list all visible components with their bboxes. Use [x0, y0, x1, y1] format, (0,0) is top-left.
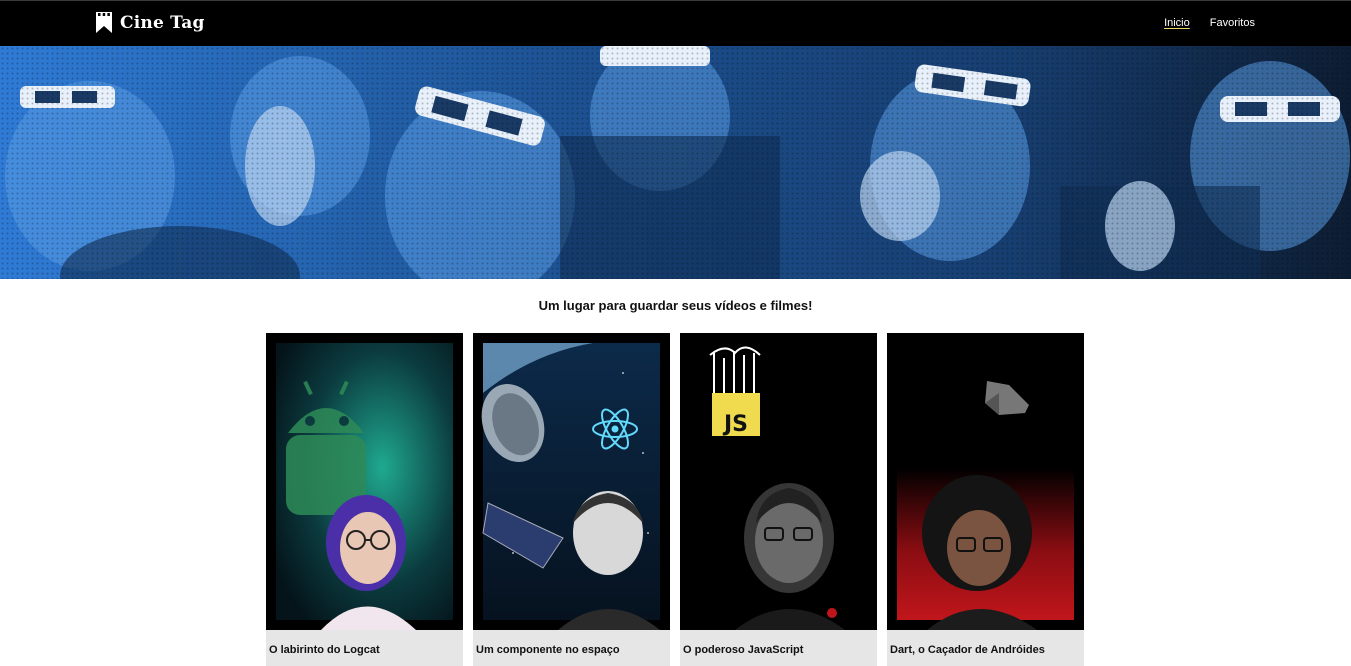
video-card[interactable]: Dart, o Caçador de Andróides	[887, 333, 1084, 666]
javascript-thumbnail: JS	[680, 333, 877, 630]
video-card[interactable]: O labirinto do Logcat	[266, 333, 463, 666]
nav-link-inicio[interactable]: Inicio	[1164, 17, 1190, 29]
logo[interactable]: Cine Tag	[95, 11, 205, 34]
video-grid: O labirinto do Logcat Um componente no e…	[266, 333, 1084, 666]
android-logcat-thumbnail	[266, 333, 463, 630]
video-title: O labirinto do Logcat	[269, 644, 380, 656]
react-space-thumbnail	[473, 333, 670, 630]
video-title: Dart, o Caçador de Andróides	[890, 644, 1045, 656]
svg-text:JS: JS	[722, 412, 748, 437]
dart-thumbnail	[887, 333, 1084, 630]
bookmark-clapper-icon	[96, 12, 112, 33]
nav-link-favoritos[interactable]: Favoritos	[1210, 17, 1255, 29]
video-title: O poderoso JavaScript	[683, 644, 804, 656]
tagline: Um lugar para guardar seus vídeos e film…	[538, 298, 813, 313]
brand-name: Cine Tag	[120, 12, 205, 33]
video-card[interactable]: Um componente no espaço	[473, 333, 670, 666]
hero-banner	[0, 46, 1351, 279]
video-card[interactable]: JS O poderoso JavaScript	[680, 333, 877, 666]
main-nav: Inicio Favoritos	[1164, 17, 1255, 29]
audience-3d-glasses-photo	[0, 46, 1351, 279]
video-title: Um componente no espaço	[476, 644, 620, 656]
top-navbar: Cine Tag Inicio Favoritos	[0, 0, 1351, 46]
